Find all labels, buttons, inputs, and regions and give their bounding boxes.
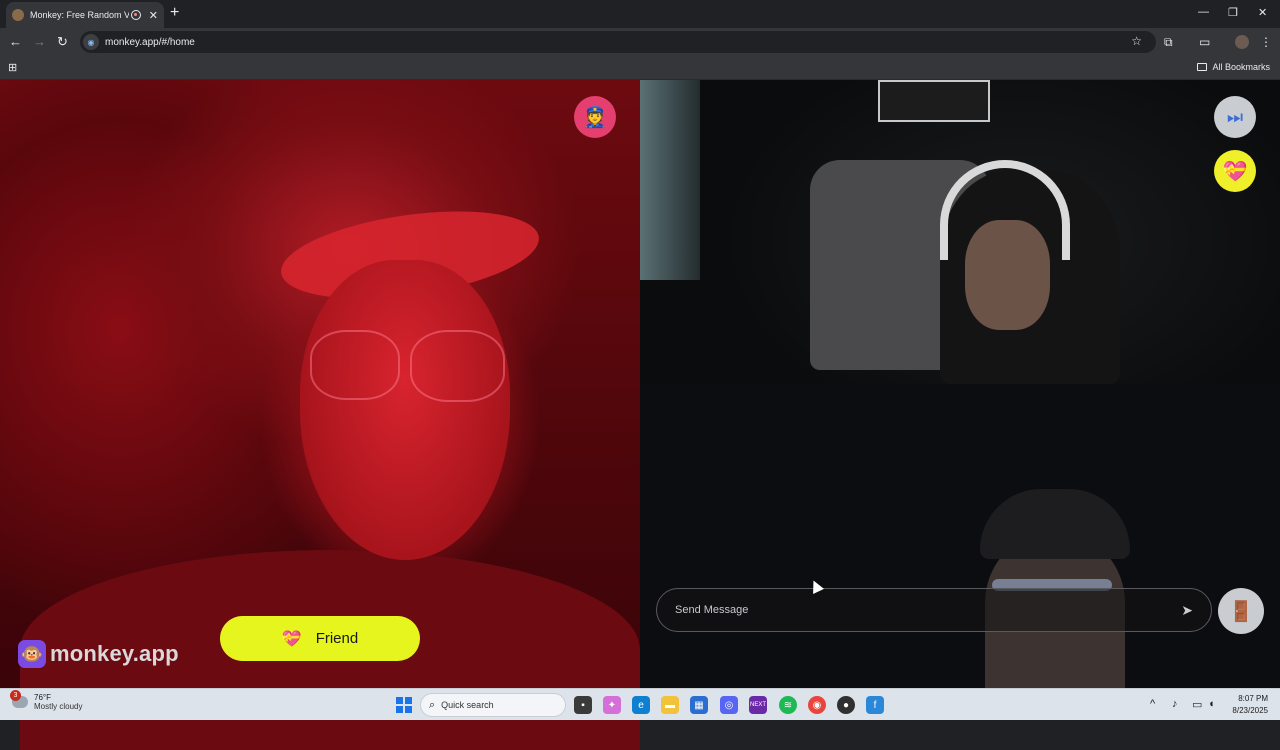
clock-time: 8:07 PM: [1238, 694, 1268, 703]
skip-forward-icon: ⏭: [1226, 106, 1244, 127]
brand-name: monkey.app: [50, 641, 179, 666]
heart-gift-icon: 💝: [281, 630, 302, 648]
search-icon: ⌕: [429, 698, 436, 711]
message-input-container: ➤: [656, 588, 1212, 632]
skip-button[interactable]: ⏭: [1214, 96, 1256, 138]
tab-title: Monkey: Free Random Video Chat: [30, 10, 129, 20]
tab-close-icon[interactable]: ✕: [149, 9, 158, 22]
video-chat-stage: 👮 ⏭ 💝 🐵 monkey.app 💝 Friend ➤ 🚪: [0, 80, 1280, 750]
site-info-icon[interactable]: ◉: [83, 34, 99, 50]
add-friend-heart-button[interactable]: 💝: [1214, 150, 1256, 192]
remote-video-feed: [0, 80, 640, 750]
reload-icon[interactable]: ↻: [57, 34, 68, 50]
send-icon[interactable]: ➤: [1181, 602, 1193, 619]
forward-arrow-icon[interactable]: →: [33, 34, 46, 49]
close-window-button[interactable]: ✕: [1258, 6, 1267, 19]
show-hidden-icons-chevron-icon[interactable]: ^: [1150, 698, 1155, 710]
police-officer-icon: 👮: [582, 106, 608, 129]
extensions-icon[interactable]: ⧉: [1164, 35, 1173, 50]
store-icon[interactable]: ▦: [690, 696, 708, 714]
system-clock[interactable]: 8:07 PM 8/23/2025: [1228, 693, 1268, 717]
windows-taskbar: 3 76°F Mostly cloudy ⌕ Quick search ▪ ✦ …: [0, 688, 1280, 720]
minimize-button[interactable]: —: [1198, 6, 1209, 18]
cloud-icon: 3: [10, 690, 28, 708]
new-tab-button[interactable]: +: [170, 5, 179, 21]
report-button[interactable]: 👮: [574, 96, 616, 138]
obs-icon[interactable]: ●: [837, 696, 855, 714]
all-bookmarks-button[interactable]: All Bookmarks: [1197, 62, 1270, 72]
back-arrow-icon[interactable]: ←: [9, 34, 22, 49]
spotify-icon[interactable]: ≋: [779, 696, 797, 714]
all-bookmarks-label: All Bookmarks: [1212, 62, 1270, 72]
recording-indicator-icon: [130, 10, 141, 20]
bookmark-star-icon[interactable]: ☆: [1131, 34, 1142, 48]
friend-button[interactable]: 💝 Friend: [220, 616, 420, 661]
chrome-icon[interactable]: ◉: [808, 696, 826, 714]
browser-toolbar: ← → ↻ ◉ monkey.app/#/home ☆ ⧉ ▭ ⋮: [0, 28, 1280, 56]
weather-widget[interactable]: 3 76°F Mostly cloudy: [10, 690, 83, 711]
message-input[interactable]: [675, 604, 1182, 616]
discord-icon[interactable]: ◎: [720, 696, 738, 714]
folder-icon: [1197, 63, 1208, 71]
windows-start-icon[interactable]: [396, 697, 412, 713]
volume-icon[interactable]: ◖: [1208, 698, 1215, 710]
browser-tab[interactable]: Monkey: Free Random Video Chat ✕: [6, 2, 164, 28]
restore-button[interactable]: ❐: [1228, 6, 1238, 19]
network-icon[interactable]: ▭: [1192, 698, 1202, 711]
heart-gift-icon: 💝: [1222, 160, 1248, 183]
taskbar-search[interactable]: ⌕ Quick search: [420, 693, 566, 717]
menu-kebab-icon[interactable]: ⋮: [1260, 35, 1272, 49]
copilot-icon[interactable]: ✦: [603, 696, 621, 714]
exit-chat-button[interactable]: 🚪: [1218, 588, 1264, 634]
next-app-icon[interactable]: NEXT: [749, 696, 767, 714]
address-bar[interactable]: ◉ monkey.app/#/home ☆: [80, 31, 1156, 53]
site-favicon-icon: [12, 9, 24, 21]
weather-condition: Mostly cloudy: [34, 702, 83, 711]
profile-avatar[interactable]: [1235, 35, 1249, 49]
search-label: Quick search: [441, 700, 494, 710]
document-app-icon[interactable]: f: [866, 696, 884, 714]
brand-logo: 🐵 monkey.app: [18, 640, 179, 668]
microphone-icon[interactable]: ♪: [1172, 698, 1178, 710]
friend-button-label: Friend: [315, 630, 359, 647]
weather-badge: 3: [10, 690, 21, 701]
self-video-feed: [640, 384, 1280, 688]
cast-icon[interactable]: ▭: [1199, 35, 1210, 49]
remote-video-feed-2: [640, 80, 1280, 384]
browser-tab-bar: Monkey: Free Random Video Chat ✕ + — ❐ ✕: [0, 0, 1280, 28]
apps-grid-icon[interactable]: ⊞: [8, 61, 17, 74]
clock-date: 8/23/2025: [1232, 706, 1268, 715]
url-text: monkey.app/#/home: [105, 36, 195, 48]
weather-temp: 76°F: [34, 693, 51, 702]
file-explorer-icon[interactable]: ▬: [661, 696, 679, 714]
bookmarks-bar: ⊞ All Bookmarks: [0, 56, 1280, 80]
door-exit-icon: 🚪: [1228, 600, 1254, 623]
monkey-logo-icon: 🐵: [18, 640, 46, 668]
edge-icon[interactable]: e: [632, 696, 650, 714]
task-view-icon[interactable]: ▪: [574, 696, 592, 714]
